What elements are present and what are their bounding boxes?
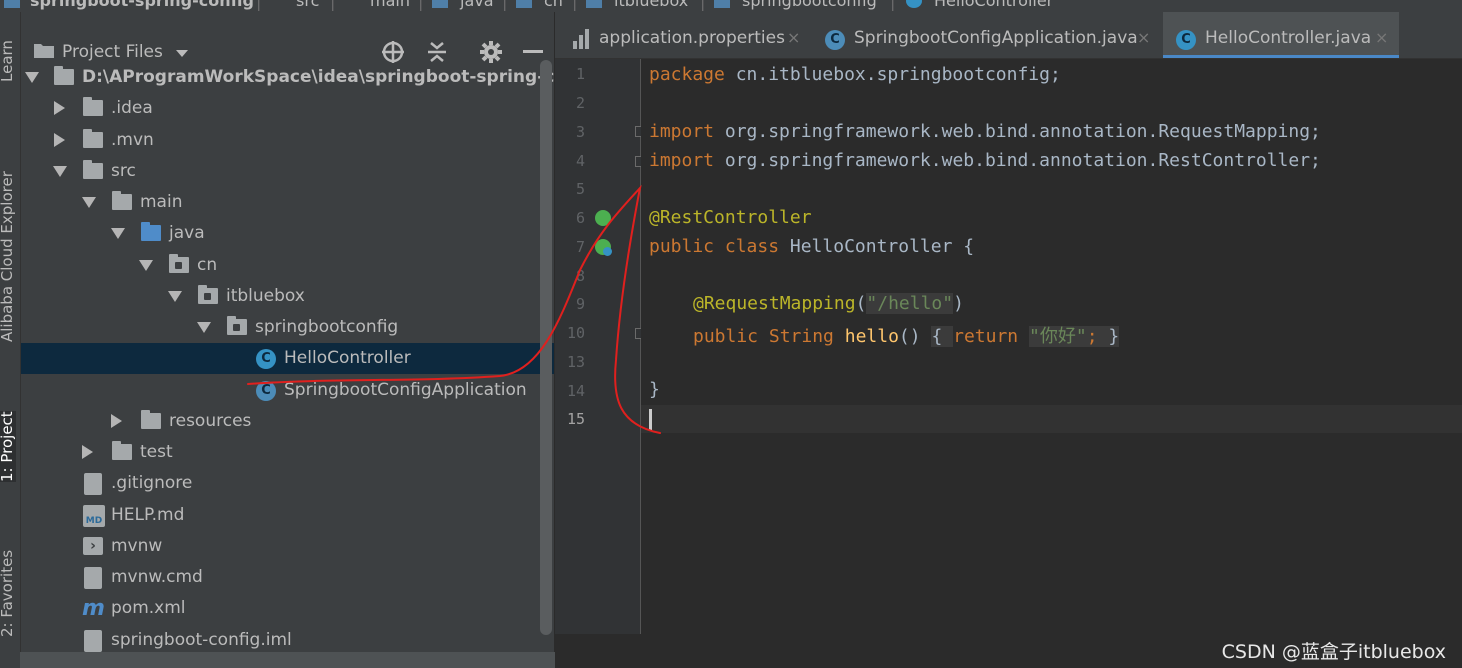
watermark: CSDN @蓝盒子itbluebox [1221,641,1446,663]
annotation-stroke [247,184,661,434]
hand-drawn-annotation [247,184,661,434]
